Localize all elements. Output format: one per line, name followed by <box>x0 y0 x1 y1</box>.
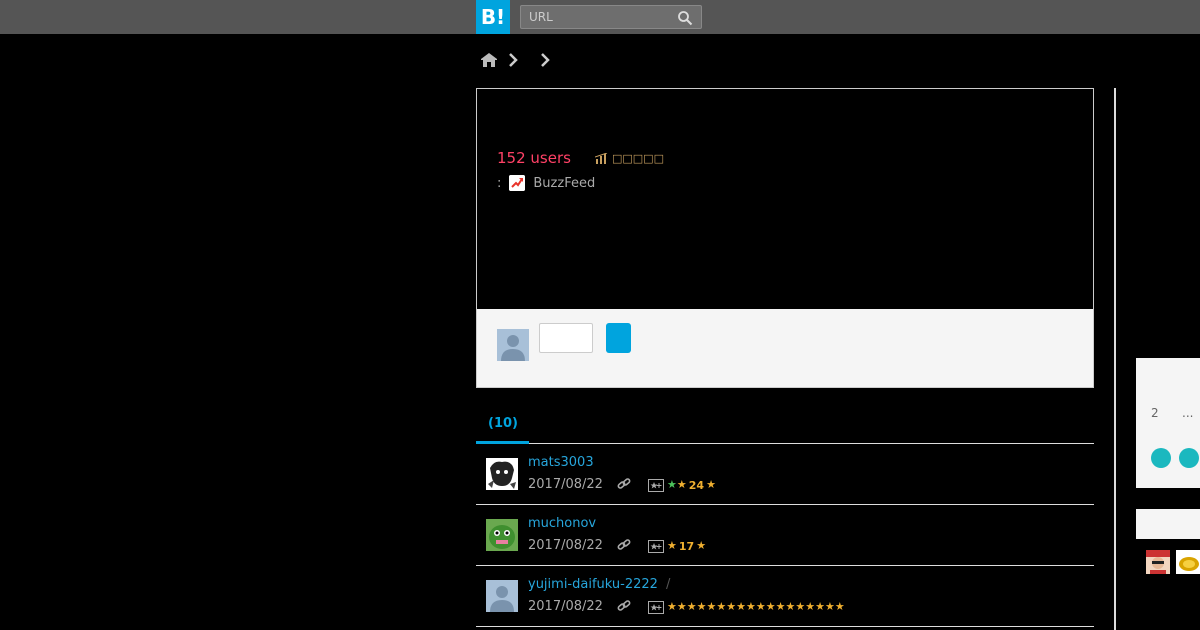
entry-panel: 152 users □□□□□ : BuzzFeed <box>476 88 1094 388</box>
star-icon[interactable]: ★ <box>696 539 706 553</box>
avatar[interactable] <box>486 458 518 490</box>
star-icon[interactable]: ★ <box>815 600 825 614</box>
star-icon[interactable]: ★ <box>835 600 845 614</box>
comment-input[interactable] <box>539 323 593 353</box>
search-box <box>520 5 702 29</box>
entry-stats-link[interactable]: □□□□□ <box>595 152 664 165</box>
hatena-bookmark-logo[interactable]: B! <box>476 0 510 34</box>
star-icon[interactable]: ★ <box>825 600 835 614</box>
share-button[interactable] <box>1151 448 1171 468</box>
add-bookmark-form <box>477 309 1093 387</box>
list-item: yujimi-daifuku-2222 / 2017/08/22 ★ ★ ★ ★ ★ ★ ★… <box>476 566 1094 627</box>
star-icon[interactable]: ★ <box>766 600 776 614</box>
entry-stats-text: □□□□□ <box>612 152 664 165</box>
home-icon[interactable] <box>480 51 498 69</box>
column-divider <box>1114 88 1116 630</box>
bookmark-username[interactable]: muchonov <box>528 516 596 531</box>
bookmark-username[interactable]: mats3003 <box>528 455 594 470</box>
star-count: 24 <box>688 478 705 492</box>
bookmark-date: 2017/08/22 <box>528 599 603 614</box>
ellipsis: ... <box>1182 406 1194 420</box>
star-icon[interactable]: ★ <box>756 600 766 614</box>
user-avatar-placeholder <box>497 329 529 361</box>
star-area: ★ 17 ★ <box>648 539 706 553</box>
star-area: ★ ★ 24 ★ <box>648 478 716 492</box>
avatar[interactable] <box>1176 550 1200 574</box>
avatar[interactable] <box>486 580 518 612</box>
breadcrumb <box>480 50 554 70</box>
avatar[interactable] <box>486 519 518 551</box>
bookmark-date: 2017/08/22 <box>528 538 603 553</box>
star-count: 17 <box>678 539 695 553</box>
star-icon[interactable]: ★ <box>746 600 756 614</box>
add-star-icon[interactable] <box>648 539 664 553</box>
star-icon[interactable]: ★ <box>786 600 796 614</box>
link-icon[interactable] <box>616 538 632 552</box>
list-item: muchonov 2017/08/22 ★ 17 ★ <box>476 505 1094 566</box>
add-star-icon[interactable] <box>648 478 664 492</box>
star-icon[interactable]: ★ <box>716 600 726 614</box>
star-icon[interactable]: ★ <box>707 600 717 614</box>
bookmark-user-count[interactable]: 152 users <box>497 149 571 167</box>
entry-info: 152 users □□□□□ : BuzzFeed <box>477 89 1093 309</box>
star-icon[interactable]: ★ <box>667 539 677 553</box>
chart-icon <box>595 153 608 164</box>
add-bookmark-button[interactable] <box>606 323 631 353</box>
add-star-icon[interactable] <box>648 600 664 614</box>
share-button[interactable] <box>1179 448 1199 468</box>
tab-comments[interactable]: (10) <box>476 410 529 444</box>
bookmark-username[interactable]: yujimi-daifuku-2222 <box>528 577 658 592</box>
entry-source: : BuzzFeed <box>497 175 595 191</box>
star-icon[interactable]: ★ <box>697 600 707 614</box>
source-prefix: : <box>497 175 502 191</box>
avatar[interactable] <box>1146 550 1170 574</box>
comment-tabs: (10) <box>476 410 1094 444</box>
page-number[interactable]: 2 <box>1151 406 1159 420</box>
star-icon[interactable]: ★ <box>677 478 687 492</box>
star-icon[interactable]: ★ <box>667 600 677 614</box>
bookmark-list: mats3003 2017/08/22 ★ ★ 24 ★ muchonov 20… <box>476 444 1094 627</box>
trend-arrow-icon <box>509 175 526 191</box>
star-icon[interactable]: ★ <box>726 600 736 614</box>
link-icon[interactable] <box>616 599 632 613</box>
bookmark-separator: / <box>666 577 671 592</box>
source-name[interactable]: BuzzFeed <box>533 176 595 191</box>
star-icon[interactable]: ★ <box>677 600 687 614</box>
star-icon[interactable]: ★ <box>805 600 815 614</box>
star-icon[interactable]: ★ <box>687 600 697 614</box>
chevron-right-icon <box>509 53 518 67</box>
chevron-right-icon[interactable] <box>536 51 554 69</box>
search-input[interactable] <box>521 6 671 28</box>
star-icon[interactable]: ★ <box>736 600 746 614</box>
link-icon[interactable] <box>616 477 632 491</box>
star-icon[interactable]: ★ <box>706 478 716 492</box>
star-icon[interactable]: ★ <box>776 600 786 614</box>
buzzfeed-favicon <box>509 175 526 191</box>
top-bar: B! <box>0 0 1200 34</box>
list-item: mats3003 2017/08/22 ★ ★ 24 ★ <box>476 444 1094 505</box>
star-icon[interactable]: ★ <box>795 600 805 614</box>
search-icon[interactable] <box>677 10 693 26</box>
star-area: ★ ★ ★ ★ ★ ★ ★ ★ ★ ★ ★ ★ ★ ★ ★ ★ ★ ★ <box>648 600 845 614</box>
sidebar-card: 2 ... <box>1136 358 1200 488</box>
sidebar-bar <box>1136 509 1200 539</box>
green-star-icon[interactable]: ★ <box>667 478 677 492</box>
bookmark-date: 2017/08/22 <box>528 477 603 492</box>
